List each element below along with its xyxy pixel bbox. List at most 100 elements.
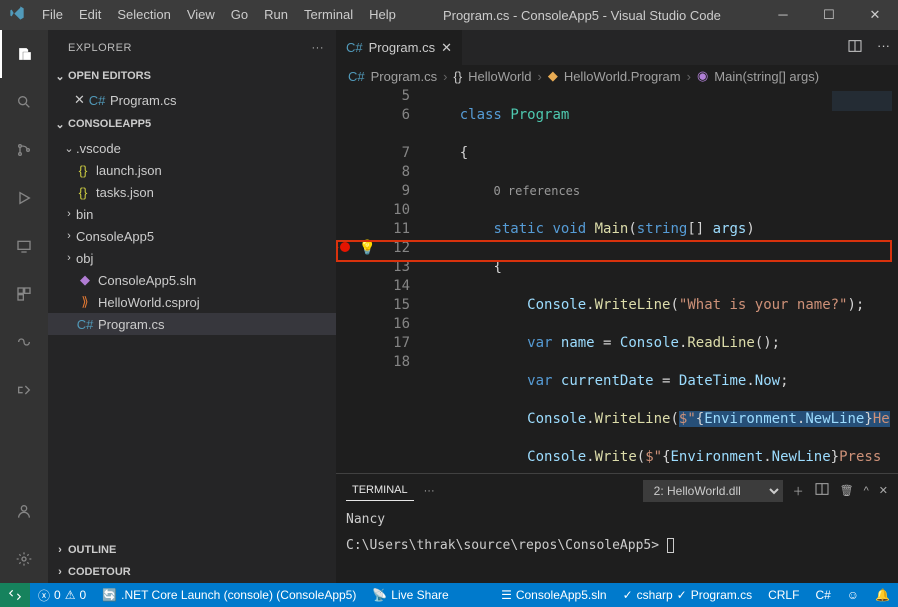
terminal-tab[interactable]: TERMINAL [346, 480, 414, 501]
maximize-button[interactable]: ☐ [806, 0, 852, 30]
account-icon[interactable] [0, 487, 48, 535]
open-editor-item[interactable]: ✕ C# Program.cs [48, 89, 336, 111]
status-liveshare[interactable]: 📡 Live Share [364, 583, 456, 607]
terminal-panel: TERMINAL ··· 2: HelloWorld.dll ＋ 🗑 ^ ✕ N… [336, 473, 898, 583]
tree-folder-obj[interactable]: ›obj [48, 247, 336, 269]
close-editor-icon[interactable]: ✕ [74, 92, 88, 108]
chevron-right-icon: › [62, 252, 76, 264]
tree-file-sln[interactable]: ◆ConsoleApp5.sln [48, 269, 336, 291]
window-title: Program.cs - ConsoleApp5 - Visual Studio… [404, 8, 760, 23]
chevron-right-icon: › [687, 69, 691, 84]
search-icon[interactable] [0, 78, 48, 126]
csharp-file-icon: C# [348, 69, 365, 84]
status-remote-icon[interactable] [0, 583, 30, 607]
editor-more-icon[interactable]: ··· [877, 38, 890, 57]
chevron-down-icon: ⌄ [52, 70, 68, 83]
editor-group: C# Program.cs ✕ ··· C# Program.cs › {} H… [336, 30, 898, 583]
status-filetype[interactable]: C# [807, 583, 838, 607]
titlebar: File Edit Selection View Go Run Terminal… [0, 0, 898, 30]
class-icon: ◆ [548, 68, 558, 84]
chevron-right-icon: › [52, 544, 68, 556]
share-icon[interactable] [0, 318, 48, 366]
csproj-file-icon: ⟫ [76, 294, 94, 310]
terminal-select[interactable]: 2: HelloWorld.dll [643, 480, 783, 502]
menu-file[interactable]: File [34, 0, 71, 30]
sidebar: EXPLORER ··· ⌄ OPEN EDITORS ✕ C# Program… [48, 30, 336, 583]
minimize-button[interactable]: ─ [760, 0, 806, 30]
line-numbers: 56 7891011 💡 12 131415161718 [356, 87, 426, 473]
remote-icon[interactable] [0, 222, 48, 270]
menu-view[interactable]: View [179, 0, 223, 30]
breakpoint-gutter[interactable] [336, 87, 356, 473]
liveshare-icon[interactable] [0, 366, 48, 414]
tree-folder-bin[interactable]: ›bin [48, 203, 336, 225]
explorer-icon[interactable] [0, 30, 48, 78]
chevron-right-icon: › [52, 566, 68, 578]
source-control-icon[interactable] [0, 126, 48, 174]
terminal-more-icon[interactable]: ··· [424, 485, 435, 497]
csharp-file-icon: C# [346, 40, 363, 55]
status-bell-icon[interactable]: 🔔 [867, 583, 898, 607]
new-terminal-icon[interactable]: ＋ [793, 483, 804, 499]
close-button[interactable]: ✕ [852, 0, 898, 30]
lightbulb-icon[interactable]: 💡 [359, 240, 376, 256]
tree-file-launch[interactable]: {}launch.json [48, 159, 336, 181]
chevron-down-icon: ⌄ [52, 118, 68, 131]
section-outline[interactable]: ›OUTLINE [48, 539, 336, 561]
tree-file-tasks[interactable]: {}tasks.json [48, 181, 336, 203]
chevron-right-icon: › [62, 208, 76, 220]
split-editor-icon[interactable] [847, 38, 863, 57]
sidebar-more-icon[interactable]: ··· [312, 42, 325, 54]
tree-folder-vscode[interactable]: ⌄.vscode [48, 137, 336, 159]
chevron-right-icon: › [443, 69, 447, 84]
code-editor[interactable]: 56 7891011 💡 12 131415161718 class Progr… [336, 87, 898, 473]
maximize-panel-icon[interactable]: ^ [864, 485, 869, 497]
vscode-logo-icon [0, 5, 34, 26]
status-eol[interactable]: CRLF [760, 583, 807, 607]
status-feedback-icon[interactable]: ☺ [839, 583, 867, 607]
minimap[interactable] [832, 91, 892, 141]
terminal-body[interactable]: Nancy C:\Users\thrak\source\repos\Consol… [336, 507, 898, 583]
menubar: File Edit Selection View Go Run Terminal… [34, 0, 404, 30]
tree-file-csproj[interactable]: ⟫HelloWorld.csproj [48, 291, 336, 313]
tree-folder-consoleapp5[interactable]: ›ConsoleApp5 [48, 225, 336, 247]
chevron-right-icon: › [62, 230, 76, 242]
status-errors[interactable]: ⓧ 0 ⚠ 0 [30, 583, 94, 607]
section-open-editors[interactable]: ⌄ OPEN EDITORS [48, 65, 336, 87]
namespace-icon: {} [453, 69, 462, 84]
section-folder[interactable]: ⌄ CONSOLEAPP5 [48, 113, 336, 135]
window-controls: ─ ☐ ✕ [760, 0, 898, 30]
sidebar-title: EXPLORER [68, 42, 132, 54]
terminal-cursor [667, 538, 674, 553]
csharp-file-icon: C# [88, 93, 106, 108]
menu-selection[interactable]: Selection [109, 0, 178, 30]
close-tab-icon[interactable]: ✕ [441, 40, 452, 56]
code-content[interactable]: class Program { 0 references static void… [426, 87, 898, 473]
csharp-file-icon: C# [76, 317, 94, 332]
status-lang[interactable]: ✓ csharp ✓ Program.cs [615, 583, 761, 607]
run-debug-icon[interactable] [0, 174, 48, 222]
menu-go[interactable]: Go [223, 0, 256, 30]
editor-tab[interactable]: C# Program.cs ✕ [336, 30, 463, 65]
extensions-icon[interactable] [0, 270, 48, 318]
kill-terminal-icon[interactable]: 🗑 [840, 484, 854, 497]
menu-run[interactable]: Run [256, 0, 296, 30]
status-solution[interactable]: ☰ ConsoleApp5.sln [493, 583, 615, 607]
menu-help[interactable]: Help [361, 0, 404, 30]
close-panel-icon[interactable]: ✕ [879, 484, 888, 497]
settings-icon[interactable] [0, 535, 48, 583]
menu-terminal[interactable]: Terminal [296, 0, 361, 30]
breakpoint-icon[interactable] [336, 239, 356, 258]
breadcrumb[interactable]: C# Program.cs › {} HelloWorld › ◆ HelloW… [336, 65, 898, 87]
chevron-down-icon: ⌄ [62, 142, 76, 155]
status-launch-config[interactable]: 🔄 .NET Core Launch (console) (ConsoleApp… [94, 583, 364, 607]
json-file-icon: {} [74, 163, 92, 178]
tree-file-program[interactable]: C#Program.cs [48, 313, 336, 335]
split-terminal-icon[interactable] [814, 481, 830, 500]
section-codetour[interactable]: ›CODETOUR [48, 561, 336, 583]
method-icon: ◉ [697, 68, 708, 84]
tab-bar: C# Program.cs ✕ ··· [336, 30, 898, 65]
menu-edit[interactable]: Edit [71, 0, 109, 30]
chevron-right-icon: › [537, 69, 541, 84]
sln-file-icon: ◆ [76, 272, 94, 288]
